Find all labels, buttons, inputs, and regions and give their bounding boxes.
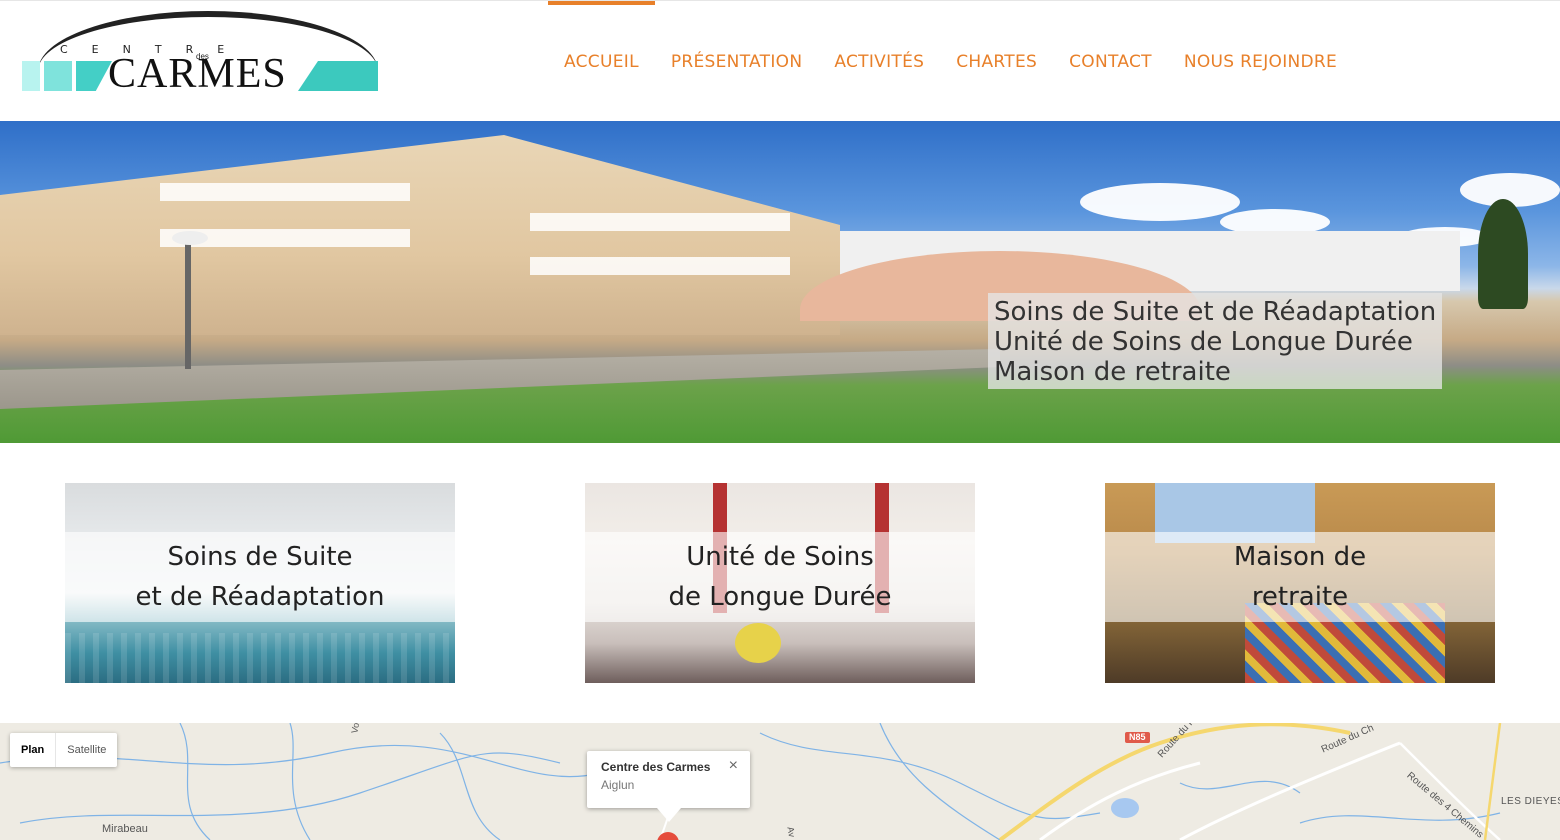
hero-banner: Soins de Suite et de Réadaptation Unité …: [0, 121, 1560, 443]
logo-bar: [76, 61, 112, 91]
logo-word-carmes: CARMES: [108, 51, 287, 97]
pool-image: [65, 633, 455, 683]
hero-caption-line: Unité de Soins de Longue Durée: [994, 327, 1413, 357]
nav-contact[interactable]: CONTACT: [1053, 1, 1168, 122]
card-title-line: de Longue Durée: [668, 582, 892, 612]
card-label-band: Unité de Soins de Longue Durée: [585, 532, 975, 622]
lamp-head: [172, 231, 208, 245]
map-satellite-button[interactable]: Satellite: [56, 733, 117, 767]
card-title-line: Unité de Soins: [686, 542, 874, 572]
map-roads: [0, 723, 1502, 840]
window-row: [530, 257, 790, 275]
nav-chartes[interactable]: CHARTES: [940, 1, 1053, 122]
map-label-les-dieyes: LES DIEYES: [1501, 796, 1560, 807]
hero-caption: Soins de Suite et de Réadaptation Unité …: [988, 293, 1443, 389]
nav-nous-rejoindre[interactable]: NOUS REJOINDRE: [1168, 1, 1353, 122]
nav-presentation[interactable]: PRÉSENTATION: [655, 1, 819, 122]
window-row: [160, 183, 410, 201]
map-type-control: Plan Satellite: [10, 733, 118, 767]
card-label-band: Maison de retraite: [1105, 532, 1495, 622]
centre-des-carmes-logo[interactable]: CENTRE des CARMES: [18, 7, 380, 99]
road-image: [0, 349, 1000, 409]
card-maison-de-retraite[interactable]: Maison de retraite: [1105, 483, 1495, 683]
site-header: CENTRE des CARMES ACCUEIL PRÉSENTATION A…: [0, 0, 1560, 121]
window-row: [530, 213, 790, 231]
nav-accueil[interactable]: ACCUEIL: [548, 1, 655, 122]
card-unite-de-soins[interactable]: Unité de Soins de Longue Durée: [585, 483, 975, 683]
hero-caption-line: Soins de Suite et de Réadaptation: [994, 297, 1437, 327]
map-info-subtitle: Aiglun: [601, 778, 635, 792]
map-plan-button[interactable]: Plan: [10, 733, 57, 767]
map-info-title: Centre des Carmes: [601, 760, 711, 774]
google-map[interactable]: Plan Satellite N85 Mirabeau Vo Av Route …: [0, 723, 1560, 840]
main-nav: ACCUEIL PRÉSENTATION ACTIVITÉS CHARTES C…: [548, 1, 1353, 122]
map-label-av: Av: [785, 826, 797, 838]
close-icon[interactable]: ×: [729, 757, 738, 775]
card-soins-de-suite[interactable]: Soins de Suite et de Réadaptation: [65, 483, 455, 683]
map-label-mirabeau: Mirabeau: [102, 823, 148, 835]
building-image: [0, 135, 840, 335]
card-title-line: et de Réadaptation: [135, 582, 385, 612]
card-title-line: retraite: [1251, 582, 1349, 612]
lamp-post: [185, 237, 191, 369]
road-badge-n85: N85: [1125, 732, 1150, 743]
card-label-band: Soins de Suite et de Réadaptation: [65, 532, 455, 622]
hero-caption-line: Maison de retraite: [994, 357, 1231, 387]
tree-image: [1478, 199, 1528, 309]
map-label-vo: Vo: [349, 723, 362, 735]
flowers-image: [735, 623, 781, 663]
card-title-line: Maison de: [1233, 542, 1367, 572]
nav-activites[interactable]: ACTIVITÉS: [818, 1, 940, 122]
card-title-line: Soins de Suite: [167, 542, 353, 572]
map-info-window: Centre des Carmes Aiglun ×: [587, 751, 750, 808]
logo-bar: [44, 61, 72, 91]
cloud-shape: [1080, 183, 1240, 221]
logo-bar: [22, 61, 40, 91]
map-info-tail: [657, 808, 681, 822]
